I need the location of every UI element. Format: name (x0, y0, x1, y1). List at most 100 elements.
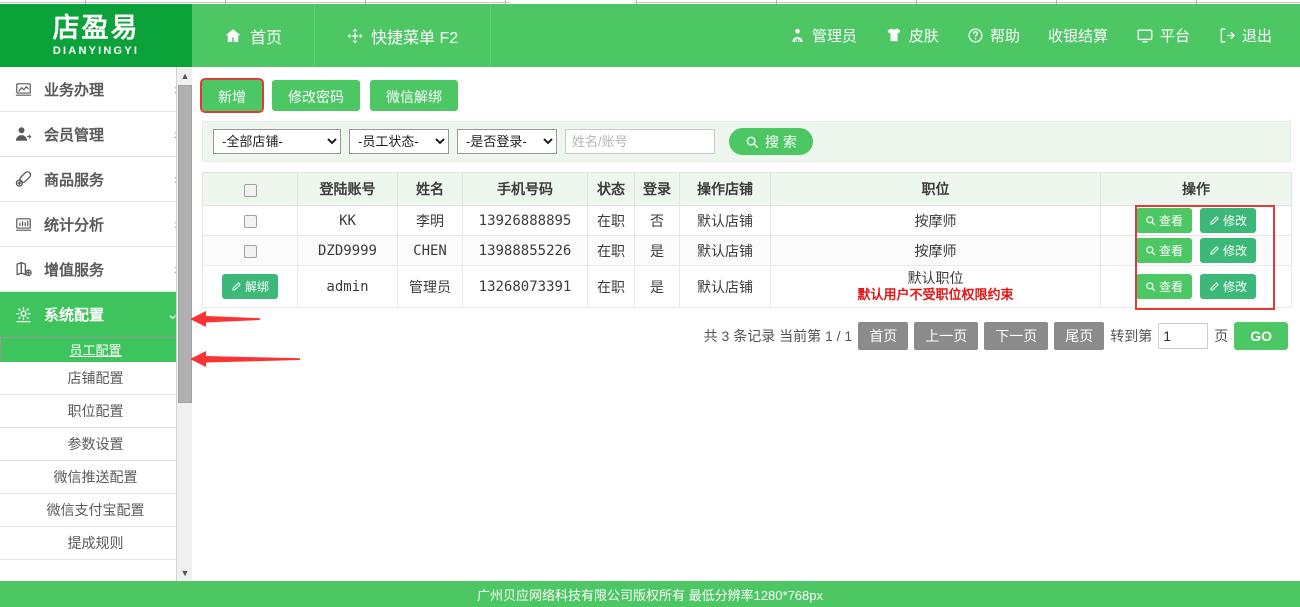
sidebar-item-goods-label: 商品服务 (44, 171, 105, 189)
sidebar-subitem-staff-config[interactable]: 员工配置 (0, 337, 191, 362)
sidebar: 业务办理 › 会员管理 › 商品服务 (0, 67, 192, 581)
row-select-cell[interactable] (202, 235, 298, 266)
row-account: KK (297, 205, 398, 236)
row-phone: 13988855226 (462, 235, 588, 266)
row-position: 默认职位 默认用户不受职位权限约束 (770, 265, 1101, 308)
table-header-store: 操作店铺 (679, 172, 771, 206)
pagination-bar: 共 3 条记录 当前第 1 / 1 首页 上一页 下一页 尾页 转到第 页 GO (202, 322, 1288, 350)
view-button[interactable]: 查看 (1135, 208, 1192, 233)
sidebar-item-statistics[interactable]: 统计分析 › (0, 202, 191, 247)
sidebar-subitem-store-config[interactable]: 店铺配置 (0, 362, 191, 395)
row-status: 在职 (587, 265, 635, 308)
row-store: 默认店铺 (679, 205, 771, 236)
scroll-up-arrow-icon[interactable]: ▲ (177, 67, 193, 84)
select-all-checkbox[interactable] (243, 183, 257, 197)
row-select-cell[interactable]: 解绑 (202, 265, 298, 308)
nav-tab-home[interactable]: 首页 (192, 4, 316, 67)
nav-item-cashier-settlement[interactable]: 收银结算 (1034, 4, 1122, 67)
table-row: DZD9999 CHEN 13988855226 在职 是 默认店铺 按摩师 查… (202, 235, 1292, 266)
pagination-summary: 共 3 条记录 当前第 1 / 1 (703, 328, 853, 344)
row-status: 在职 (587, 205, 635, 236)
row-checkbox[interactable] (243, 215, 257, 229)
row-name: CHEN (397, 235, 463, 266)
row-position: 按摩师 (770, 205, 1101, 236)
last-page-button[interactable]: 尾页 (1054, 322, 1105, 350)
staff-status-filter-select[interactable]: -员工状态- (349, 129, 449, 154)
staff-table: 登陆账号 姓名 手机号码 状态 登录 操作店铺 职位 操作 KK 李明 1392… (202, 172, 1292, 308)
row-operations: 查看 修改 (1100, 265, 1292, 308)
magnifier-icon (1145, 215, 1156, 226)
tshirt-icon (885, 27, 903, 44)
table-header-login: 登录 (634, 172, 680, 206)
prev-page-button[interactable]: 上一页 (914, 322, 979, 350)
sidebar-subitem-wechat-push-config[interactable]: 微信推送配置 (0, 461, 191, 494)
change-password-button[interactable]: 修改密码 (272, 80, 360, 111)
row-phone: 13268073391 (462, 265, 588, 308)
edit-button[interactable]: 修改 (1200, 208, 1257, 233)
sidebar-subitem-position-config[interactable]: 职位配置 (0, 395, 191, 428)
sidebar-scrollbar[interactable]: ▲ ▼ (176, 67, 192, 581)
view-button[interactable]: 查看 (1135, 274, 1192, 299)
edit-button[interactable]: 修改 (1200, 274, 1257, 299)
row-login: 是 (634, 265, 680, 308)
row-status: 在职 (587, 235, 635, 266)
sidebar-item-system-config[interactable]: 系统配置 ⌄ (0, 292, 191, 337)
sidebar-item-member[interactable]: 会员管理 › (0, 112, 191, 157)
sidebar-subitem-parameter-settings[interactable]: 参数设置 (0, 428, 191, 461)
view-button-label: 查看 (1158, 214, 1183, 228)
table-row: KK 李明 13926888895 在职 否 默认店铺 按摩师 查看 修改 (202, 205, 1292, 236)
row-login: 是 (634, 235, 680, 266)
sidebar-subitem-wechat-alipay-config-label: 微信支付宝配置 (46, 502, 145, 518)
row-name: 管理员 (397, 265, 463, 308)
row-store: 默认店铺 (679, 265, 771, 308)
sidebar-item-value-added[interactable]: 增值服务 › (0, 247, 191, 292)
sidebar-subitem-wechat-push-config-label: 微信推送配置 (53, 469, 138, 485)
edit-button[interactable]: 修改 (1200, 238, 1257, 263)
table-header-select[interactable] (202, 172, 298, 206)
row-checkbox[interactable] (243, 245, 257, 259)
logout-icon (1218, 27, 1236, 44)
app-root: 店盈易 DIANYINGYI 首页 快捷菜单 F2 管理员 皮肤 帮助 收银结算… (0, 0, 1300, 607)
jump-suffix-label: 页 (1214, 328, 1229, 344)
member-icon (14, 125, 38, 143)
row-login: 否 (634, 205, 680, 236)
nav-item-logout-label: 退出 (1241, 28, 1272, 45)
wechat-unbind-button[interactable]: 微信解绑 (370, 80, 458, 111)
brand-logo[interactable]: 店盈易 DIANYINGYI (0, 4, 192, 67)
gear-icon (14, 305, 38, 324)
store-filter-select[interactable]: -全部店铺- (213, 129, 341, 154)
nav-tab-quickmenu[interactable]: 快捷菜单 F2 (315, 4, 492, 67)
scroll-down-arrow-icon[interactable]: ▼ (177, 564, 193, 581)
view-button[interactable]: 查看 (1135, 238, 1192, 263)
question-circle-icon (967, 27, 984, 44)
keyword-search-input[interactable] (565, 129, 715, 154)
nav-item-skin[interactable]: 皮肤 (871, 4, 953, 67)
nav-item-platform[interactable]: 平台 (1122, 4, 1204, 67)
sidebar-subitem-position-config-label: 职位配置 (67, 403, 124, 419)
login-status-filter-select[interactable]: -是否登录- (457, 129, 557, 154)
monitor-icon (1136, 27, 1154, 44)
sidebar-subitem-wechat-alipay-config[interactable]: 微信支付宝配置 (0, 494, 191, 527)
next-page-button[interactable]: 下一页 (984, 322, 1049, 350)
nav-item-admin[interactable]: 管理员 (775, 4, 871, 67)
first-page-button[interactable]: 首页 (858, 322, 909, 350)
add-button[interactable]: 新增 (200, 78, 264, 113)
sidebar-item-business[interactable]: 业务办理 › (0, 67, 191, 112)
wechat-unbind-row-button[interactable]: 解绑 (221, 274, 278, 299)
go-button[interactable]: GO (1234, 322, 1288, 350)
nav-item-help[interactable]: 帮助 (953, 4, 1034, 67)
sidebar-subitem-store-config-label: 店铺配置 (67, 370, 124, 386)
sidebar-subitem-commission-rules[interactable]: 提成规则 (0, 527, 191, 560)
sidebar-item-system-config-label: 系统配置 (44, 306, 105, 324)
page-number-input[interactable] (1158, 323, 1209, 349)
row-select-cell[interactable] (202, 205, 298, 236)
sidebar-subitem-staff-config-label: 员工配置 (69, 343, 122, 358)
staff-table-wrapper: 登陆账号 姓名 手机号码 状态 登录 操作店铺 职位 操作 KK 李明 1392… (202, 172, 1292, 310)
table-header-position: 职位 (770, 172, 1101, 206)
row-account: admin (297, 265, 398, 308)
sidebar-item-goods[interactable]: 商品服务 › (0, 157, 191, 202)
nav-item-logout[interactable]: 退出 (1204, 4, 1286, 67)
search-button[interactable]: 搜 索 (729, 128, 813, 155)
nav-item-admin-label: 管理员 (811, 28, 857, 45)
scrollbar-thumb[interactable] (178, 85, 192, 403)
